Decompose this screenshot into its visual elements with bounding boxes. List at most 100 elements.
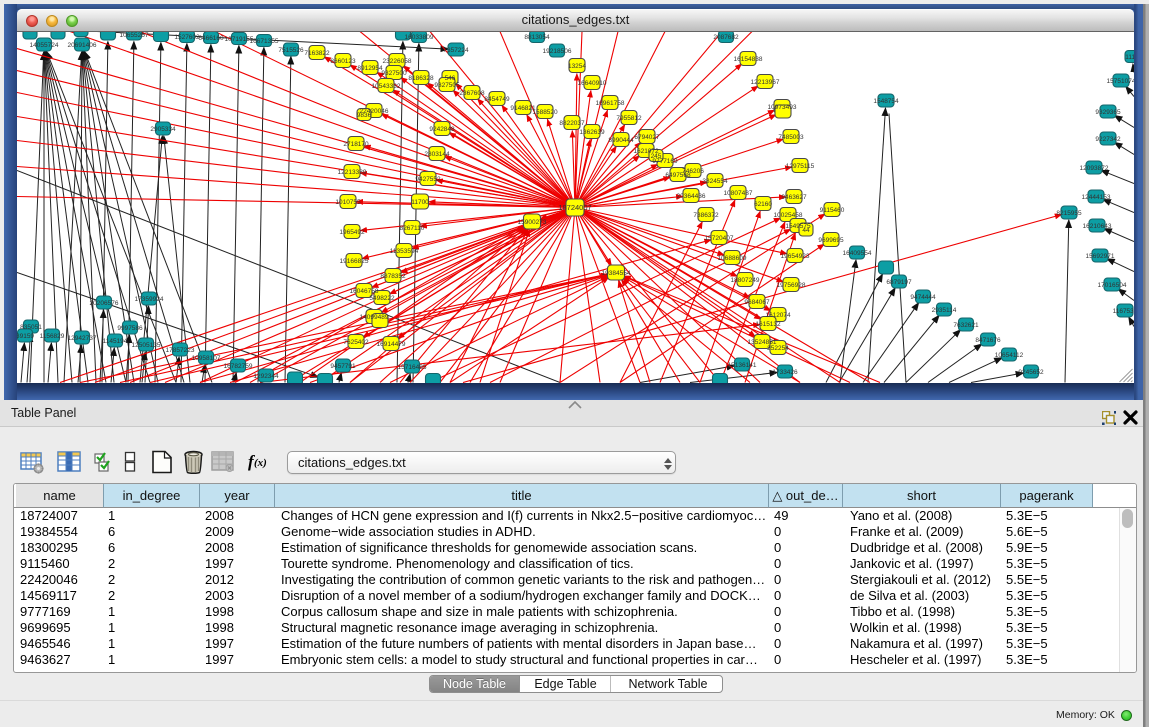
svg-text:20206576: 20206576 — [90, 300, 119, 307]
svg-text:10958107: 10958107 — [192, 355, 221, 362]
svg-text:16671355: 16671355 — [250, 38, 279, 45]
svg-text:9997586: 9997586 — [117, 325, 143, 332]
svg-text:1588520: 1588520 — [532, 109, 558, 116]
svg-text:9227342: 9227342 — [1095, 136, 1121, 143]
svg-text:16914479: 16914479 — [377, 341, 406, 348]
svg-text:16782759: 16782759 — [224, 363, 253, 370]
svg-text:15136141: 15136141 — [728, 362, 757, 369]
svg-text:10655267: 10655267 — [120, 32, 149, 39]
svg-text:8186328: 8186328 — [408, 75, 434, 82]
svg-text:16033809: 16033809 — [405, 34, 434, 41]
svg-text:7632621: 7632621 — [953, 322, 979, 329]
svg-text:9457791: 9457791 — [330, 363, 356, 370]
svg-text:39159: 39159 — [17, 333, 34, 340]
svg-text:9427552: 9427552 — [415, 176, 441, 183]
svg-text:18724007: 18724007 — [558, 203, 591, 212]
svg-text:17016504: 17016504 — [1098, 282, 1127, 289]
svg-text:19166825: 19166825 — [340, 258, 369, 265]
svg-text:7625402: 7625402 — [343, 339, 369, 346]
svg-text:9463627: 9463627 — [781, 194, 807, 201]
svg-text:16154838: 16154838 — [734, 56, 763, 63]
svg-text:16409554: 16409554 — [843, 250, 872, 257]
svg-text:10688609: 10688609 — [718, 255, 747, 262]
svg-text:18807249: 18807249 — [731, 277, 760, 284]
svg-text:15692971: 15692971 — [1086, 253, 1115, 260]
svg-text:6466160: 6466160 — [198, 35, 224, 42]
svg-text:10025458: 10025458 — [774, 212, 803, 219]
svg-text:7515526: 7515526 — [278, 47, 304, 54]
svg-text:15720407: 15720407 — [705, 235, 734, 242]
svg-text:12213967: 12213967 — [751, 79, 780, 86]
svg-text:9329365: 9329365 — [1095, 109, 1121, 116]
svg-text:13254: 13254 — [568, 63, 586, 70]
svg-text:12505135: 12505135 — [132, 342, 161, 349]
svg-text:9684067: 9684067 — [744, 299, 770, 306]
svg-text:62160: 62160 — [754, 201, 772, 208]
svg-text:1167533: 1167533 — [1113, 308, 1134, 315]
svg-text:2367608: 2367608 — [459, 90, 485, 97]
svg-text:1156829: 1156829 — [40, 333, 65, 340]
svg-text:10973493: 10973493 — [768, 104, 797, 111]
svg-text:5498222: 5498222 — [369, 295, 395, 302]
svg-text:8215955: 8215955 — [1056, 210, 1082, 217]
svg-text:11700: 11700 — [411, 199, 429, 206]
svg-text:1615132: 1615132 — [755, 321, 781, 328]
svg-text:16961758: 16961758 — [596, 100, 625, 107]
svg-text:245: 245 — [651, 153, 662, 160]
svg-text:1292344: 1292344 — [253, 373, 279, 380]
svg-text:7163822: 7163822 — [304, 50, 330, 57]
svg-text:15751074: 15751074 — [1107, 78, 1134, 85]
svg-text:8267110: 8267110 — [400, 225, 425, 232]
svg-text:19384554: 19384554 — [602, 270, 631, 277]
svg-text:835051: 835051 — [20, 324, 42, 331]
svg-text:10543332: 10543332 — [372, 83, 401, 90]
svg-text:9327500: 9327500 — [381, 70, 407, 77]
svg-text:1527602: 1527602 — [174, 34, 200, 41]
svg-text:12444153: 12444153 — [1082, 194, 1111, 201]
svg-text:1548754: 1548754 — [873, 98, 899, 105]
svg-text:8878352: 8878352 — [380, 273, 406, 280]
svg-text:11353594: 11353594 — [390, 248, 419, 255]
svg-text:15900273: 15900273 — [518, 219, 547, 226]
svg-text:2803144: 2803144 — [424, 151, 450, 158]
svg-text:252254: 252254 — [767, 345, 789, 352]
svg-text:16046758: 16046758 — [350, 288, 379, 295]
svg-text:16210643: 16210643 — [1083, 223, 1112, 230]
svg-text:546: 546 — [445, 75, 456, 82]
svg-text:1117: 1117 — [1125, 54, 1134, 61]
svg-text:12942737: 12942737 — [68, 335, 97, 342]
svg-text:1362639: 1362639 — [579, 129, 605, 136]
svg-text:9115460: 9115460 — [820, 207, 845, 214]
svg-text:8471676: 8471676 — [975, 337, 1001, 344]
svg-text:2905334: 2905334 — [150, 126, 176, 133]
svg-text:(x): (x) — [254, 457, 267, 469]
svg-text:9242848: 9242848 — [429, 126, 455, 133]
svg-text:8813054: 8813054 — [524, 34, 550, 41]
svg-text:1010755: 1010755 — [335, 199, 361, 206]
svg-text:1612074: 1612074 — [765, 312, 791, 319]
svg-text:7955812: 7955812 — [616, 115, 642, 122]
svg-text:19654923: 19654923 — [781, 253, 810, 260]
svg-text:23226058: 23226058 — [383, 58, 412, 65]
svg-text:9245652: 9245652 — [1018, 369, 1044, 376]
svg-text:9327505: 9327505 — [434, 82, 460, 89]
svg-text:10807487: 10807487 — [724, 190, 753, 197]
svg-text:8990444: 8990444 — [608, 137, 634, 144]
svg-text:6879197: 6879197 — [886, 279, 912, 286]
svg-text:10654112: 10654112 — [995, 352, 1024, 359]
svg-text:2087682: 2087682 — [713, 34, 739, 41]
svg-text:14055724: 14055724 — [30, 42, 59, 49]
svg-text:14099489: 14099489 — [360, 314, 389, 321]
svg-text:7357224: 7357224 — [443, 47, 469, 54]
svg-text:2935114: 2935114 — [932, 307, 957, 314]
svg-text:8822037: 8822037 — [559, 120, 585, 127]
svg-text:12093872: 12093872 — [1080, 165, 1109, 172]
svg-text:16640910: 16640910 — [578, 80, 607, 87]
svg-text:44: 44 — [802, 227, 810, 234]
svg-text:7386372: 7386372 — [693, 212, 719, 219]
svg-text:9474444: 9474444 — [910, 294, 936, 301]
svg-text:12213389: 12213389 — [338, 169, 367, 176]
svg-text:6794027: 6794027 — [634, 134, 660, 141]
svg-text:8660123: 8660123 — [330, 58, 356, 65]
svg-text:9699695: 9699695 — [818, 237, 844, 244]
